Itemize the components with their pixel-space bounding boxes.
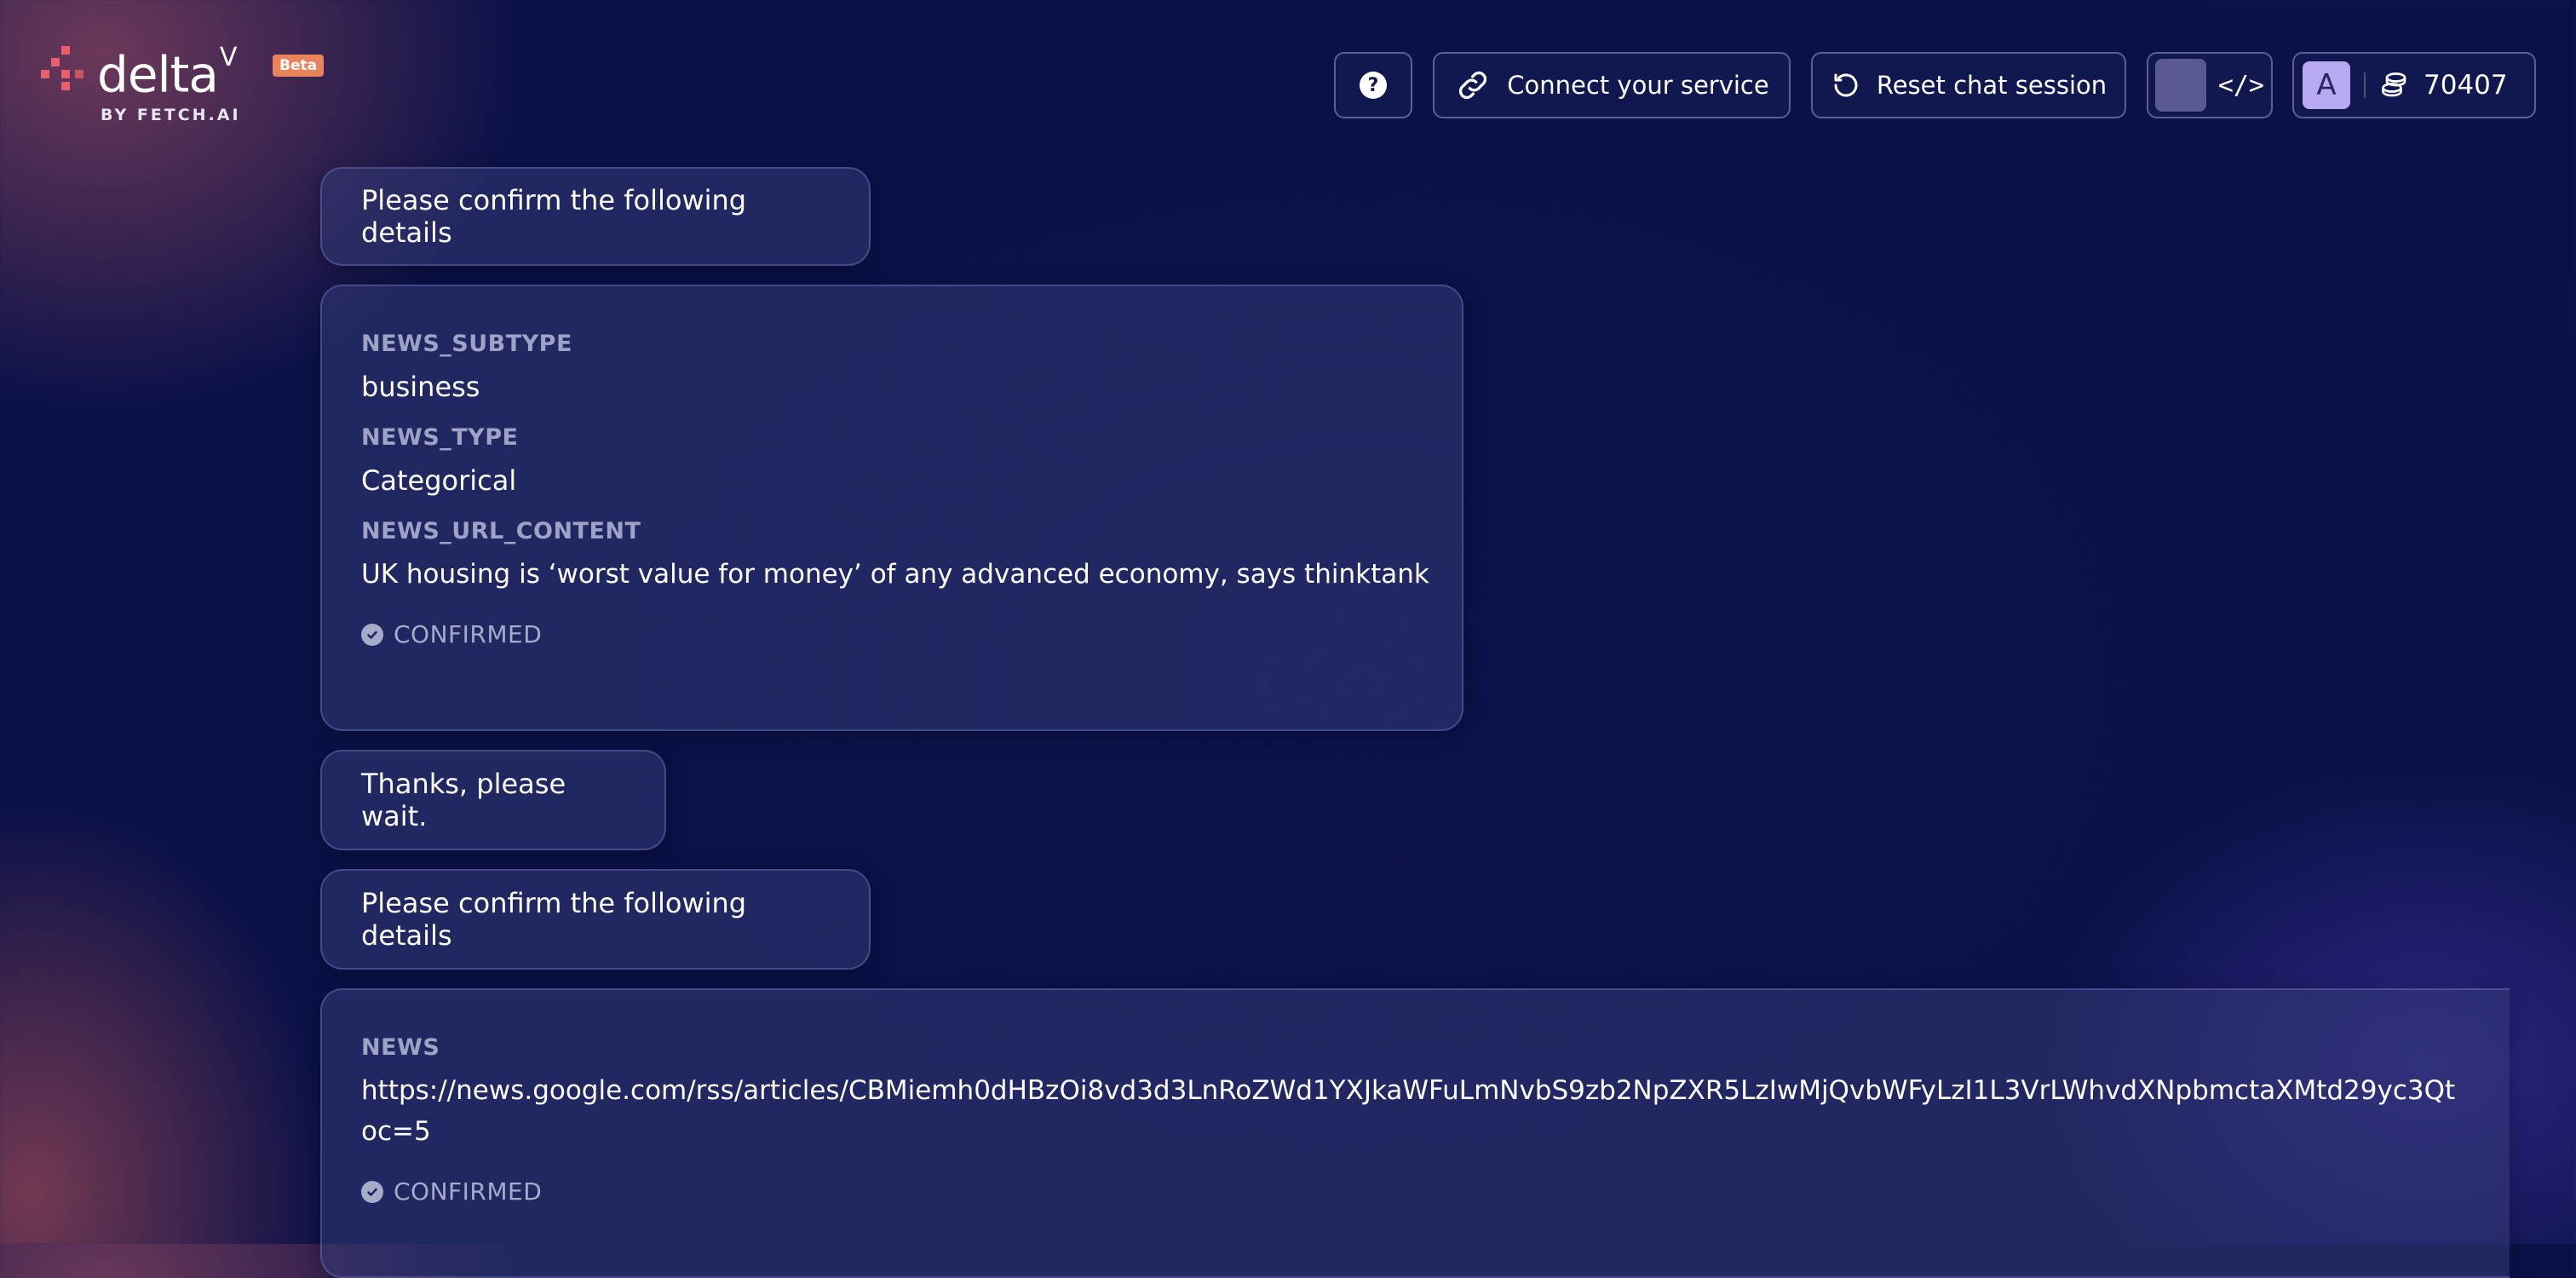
field-label: NEWS bbox=[361, 1034, 440, 1061]
connect-service-button[interactable]: Connect your service bbox=[1433, 52, 1791, 118]
agent-message: Thanks, please wait. bbox=[320, 750, 666, 850]
connect-service-label: Connect your service bbox=[1507, 71, 1769, 100]
code-icon: </> bbox=[2217, 70, 2264, 101]
field-value: https://news.google.com/rss/articles/CBM… bbox=[361, 1075, 2456, 1147]
help-button[interactable]: ? bbox=[1334, 52, 1412, 118]
brand-byline: BY FETCH.AI bbox=[101, 106, 241, 124]
developer-mode-toggle[interactable]: </> bbox=[2147, 52, 2273, 118]
field-label: NEWS_URL_CONTENT bbox=[361, 518, 641, 544]
confirmed-status: CONFIRMED bbox=[361, 620, 1423, 648]
check-circle-icon bbox=[361, 623, 383, 646]
status-label: CONFIRMED bbox=[394, 1177, 543, 1206]
divider bbox=[2364, 72, 2366, 98]
reset-icon bbox=[1834, 73, 1858, 97]
message-text: Please confirm the following details bbox=[361, 887, 747, 952]
agent-message: Please confirm the following details bbox=[320, 167, 871, 266]
link-icon bbox=[1459, 71, 1487, 100]
toggle-swatch bbox=[2155, 59, 2206, 112]
beta-badge: Beta bbox=[273, 55, 325, 77]
help-icon: ? bbox=[1360, 72, 1387, 99]
confirm-details-card: NEWS https://news.google.com/rss/article… bbox=[320, 988, 2510, 1278]
field-label: NEWS_TYPE bbox=[361, 424, 519, 451]
status-label: CONFIRMED bbox=[394, 620, 543, 648]
avatar: A bbox=[2303, 61, 2350, 109]
confirm-details-card: NEWS_SUBTYPE business NEWS_TYPE Categori… bbox=[320, 285, 1463, 731]
coins-icon bbox=[2382, 72, 2406, 97]
field-value: Categorical bbox=[361, 464, 517, 497]
reset-chat-button[interactable]: Reset chat session bbox=[1811, 52, 2126, 118]
confirmed-status: CONFIRMED bbox=[361, 1177, 2470, 1206]
field-label: NEWS_SUBTYPE bbox=[361, 331, 572, 357]
agent-message: Please confirm the following details bbox=[320, 869, 871, 970]
deltav-logo[interactable]: deltaV Beta BY FETCH.AI bbox=[41, 37, 325, 131]
field-value: business bbox=[361, 371, 480, 403]
check-circle-icon bbox=[361, 1180, 383, 1203]
brand-name: deltaV bbox=[97, 43, 237, 104]
account-menu[interactable]: A 70407 bbox=[2292, 52, 2536, 118]
credits-balance: 70407 bbox=[2424, 70, 2508, 101]
logo-mark-icon bbox=[41, 46, 90, 95]
message-text: Please confirm the following details bbox=[361, 184, 747, 249]
field-value: UK housing is ‘worst value for money’ of… bbox=[361, 559, 1429, 590]
message-text: Thanks, please wait. bbox=[361, 768, 566, 832]
reset-chat-label: Reset chat session bbox=[1876, 71, 2107, 100]
